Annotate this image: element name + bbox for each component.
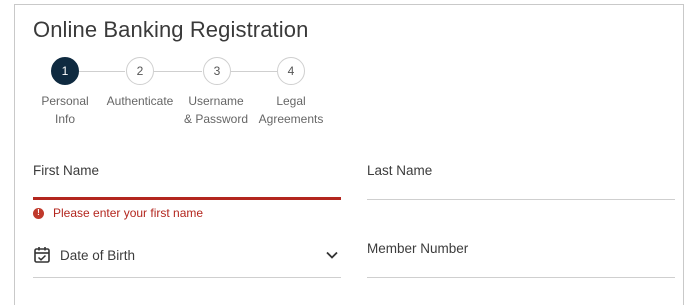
first-name-underline xyxy=(33,197,341,200)
date-of-birth-label: Date of Birth xyxy=(60,247,136,263)
step-connector xyxy=(79,71,125,72)
chevron-down-icon xyxy=(326,251,338,259)
step-3-indicator: 3 xyxy=(203,57,231,85)
member-number-underline xyxy=(367,277,675,278)
step-connector xyxy=(154,71,202,72)
member-number-label: Member Number xyxy=(367,241,469,256)
last-name-label: Last Name xyxy=(367,163,433,178)
step-4-indicator: 4 xyxy=(277,57,305,85)
last-name-field[interactable]: Last Name xyxy=(367,155,675,202)
first-name-error: ! Please enter your first name xyxy=(33,206,203,220)
first-name-field[interactable]: First Name xyxy=(33,155,341,202)
last-name-underline xyxy=(367,199,675,200)
step-1-label-line2: Info xyxy=(54,112,75,126)
date-of-birth-underline xyxy=(33,277,341,278)
step-1-indicator: 1 xyxy=(51,57,79,85)
date-of-birth-select[interactable]: Date of Birth xyxy=(33,243,341,267)
step-4-label-line2: Agreements xyxy=(258,112,324,126)
step-2-indicator: 2 xyxy=(126,57,154,85)
step-connector xyxy=(231,71,277,72)
error-icon: ! xyxy=(33,207,44,219)
step-4-label-line1: Legal xyxy=(276,94,306,108)
member-number-field[interactable]: Member Number xyxy=(367,233,675,279)
calendar-icon xyxy=(34,247,50,263)
first-name-error-text: Please enter your first name xyxy=(53,206,204,220)
step-4-label: Legal Agreements xyxy=(246,92,336,128)
page-title: Online Banking Registration xyxy=(33,17,309,42)
first-name-label: First Name xyxy=(33,163,100,178)
